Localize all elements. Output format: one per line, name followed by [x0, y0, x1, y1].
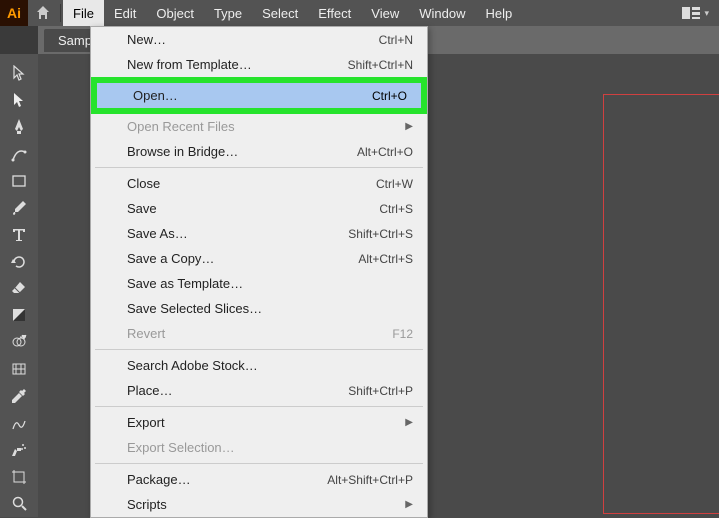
menu-edit[interactable]: Edit: [104, 0, 146, 26]
menu-effect[interactable]: Effect: [308, 0, 361, 26]
type-tool[interactable]: [3, 221, 35, 248]
panel-strip-corner: [0, 26, 38, 54]
rectangle-tool[interactable]: [3, 168, 35, 195]
curvature-tool[interactable]: [3, 141, 35, 168]
menu-open[interactable]: Open…Ctrl+O: [97, 83, 421, 108]
menu-new-from-template[interactable]: New from Template…Shift+Ctrl+N: [91, 52, 427, 77]
pen-tool[interactable]: [3, 114, 35, 141]
menu-type[interactable]: Type: [204, 0, 252, 26]
menu-help[interactable]: Help: [475, 0, 522, 26]
menu-export[interactable]: Export▶: [91, 410, 427, 435]
artboard-tool[interactable]: [3, 463, 35, 490]
direct-selection-tool[interactable]: [3, 87, 35, 114]
artboard-outline: [603, 94, 719, 514]
home-button[interactable]: [28, 0, 58, 26]
paintbrush-tool[interactable]: [3, 194, 35, 221]
menu-view[interactable]: View: [361, 0, 409, 26]
menu-separator: [95, 167, 423, 168]
zoom-tool[interactable]: [3, 490, 35, 517]
eraser-tool[interactable]: [3, 275, 35, 302]
menu-search-stock[interactable]: Search Adobe Stock…: [91, 353, 427, 378]
menu-file[interactable]: File: [63, 0, 104, 26]
menu-separator: [95, 349, 423, 350]
submenu-arrow-icon: ▶: [405, 499, 413, 510]
symbol-sprayer-tool[interactable]: [3, 436, 35, 463]
menu-save-template[interactable]: Save as Template…: [91, 271, 427, 296]
menu-window[interactable]: Window: [409, 0, 475, 26]
menu-save-as[interactable]: Save As…Shift+Ctrl+S: [91, 221, 427, 246]
submenu-arrow-icon: ▶: [405, 121, 413, 132]
selection-tool[interactable]: [3, 60, 35, 87]
menubar: Ai File Edit Object Type Select Effect V…: [0, 0, 719, 26]
menubar-right: ▾: [682, 7, 719, 19]
menu-package[interactable]: Package…Alt+Shift+Ctrl+P: [91, 467, 427, 492]
chevron-down-icon: ▾: [704, 8, 709, 19]
menu-separator: [95, 463, 423, 464]
gradient-tool[interactable]: [3, 302, 35, 329]
submenu-arrow-icon: ▶: [405, 417, 413, 428]
menu-scripts[interactable]: Scripts▶: [91, 492, 427, 517]
menu-separator: [95, 406, 423, 407]
menu-export-selection[interactable]: Export Selection…: [91, 435, 427, 460]
menu-browse-bridge[interactable]: Browse in Bridge…Alt+Ctrl+O: [91, 139, 427, 164]
tutorial-highlight: Open…Ctrl+O: [91, 77, 427, 114]
menu-save-copy[interactable]: Save a Copy…Alt+Ctrl+S: [91, 246, 427, 271]
rotate-tool[interactable]: [3, 248, 35, 275]
menu-object[interactable]: Object: [146, 0, 204, 26]
menu-place[interactable]: Place…Shift+Ctrl+P: [91, 378, 427, 403]
toolbar: [0, 54, 38, 517]
shape-builder-tool[interactable]: [3, 329, 35, 356]
menu-items: File Edit Object Type Select Effect View…: [63, 0, 522, 26]
menu-save[interactable]: SaveCtrl+S: [91, 196, 427, 221]
menu-save-slices[interactable]: Save Selected Slices…: [91, 296, 427, 321]
menu-new[interactable]: New…Ctrl+N: [91, 27, 427, 52]
menu-select[interactable]: Select: [252, 0, 308, 26]
menu-revert[interactable]: RevertF12: [91, 321, 427, 346]
eyedropper-tool[interactable]: [3, 383, 35, 410]
workspace-switcher-icon[interactable]: [682, 7, 700, 19]
blend-tool[interactable]: [3, 409, 35, 436]
app-icon: Ai: [0, 0, 28, 26]
divider: [60, 4, 61, 22]
menu-open-recent[interactable]: Open Recent Files▶: [91, 114, 427, 139]
perspective-tool[interactable]: [3, 356, 35, 383]
menu-close[interactable]: CloseCtrl+W: [91, 171, 427, 196]
file-menu-dropdown: New…Ctrl+N New from Template…Shift+Ctrl+…: [90, 26, 428, 518]
